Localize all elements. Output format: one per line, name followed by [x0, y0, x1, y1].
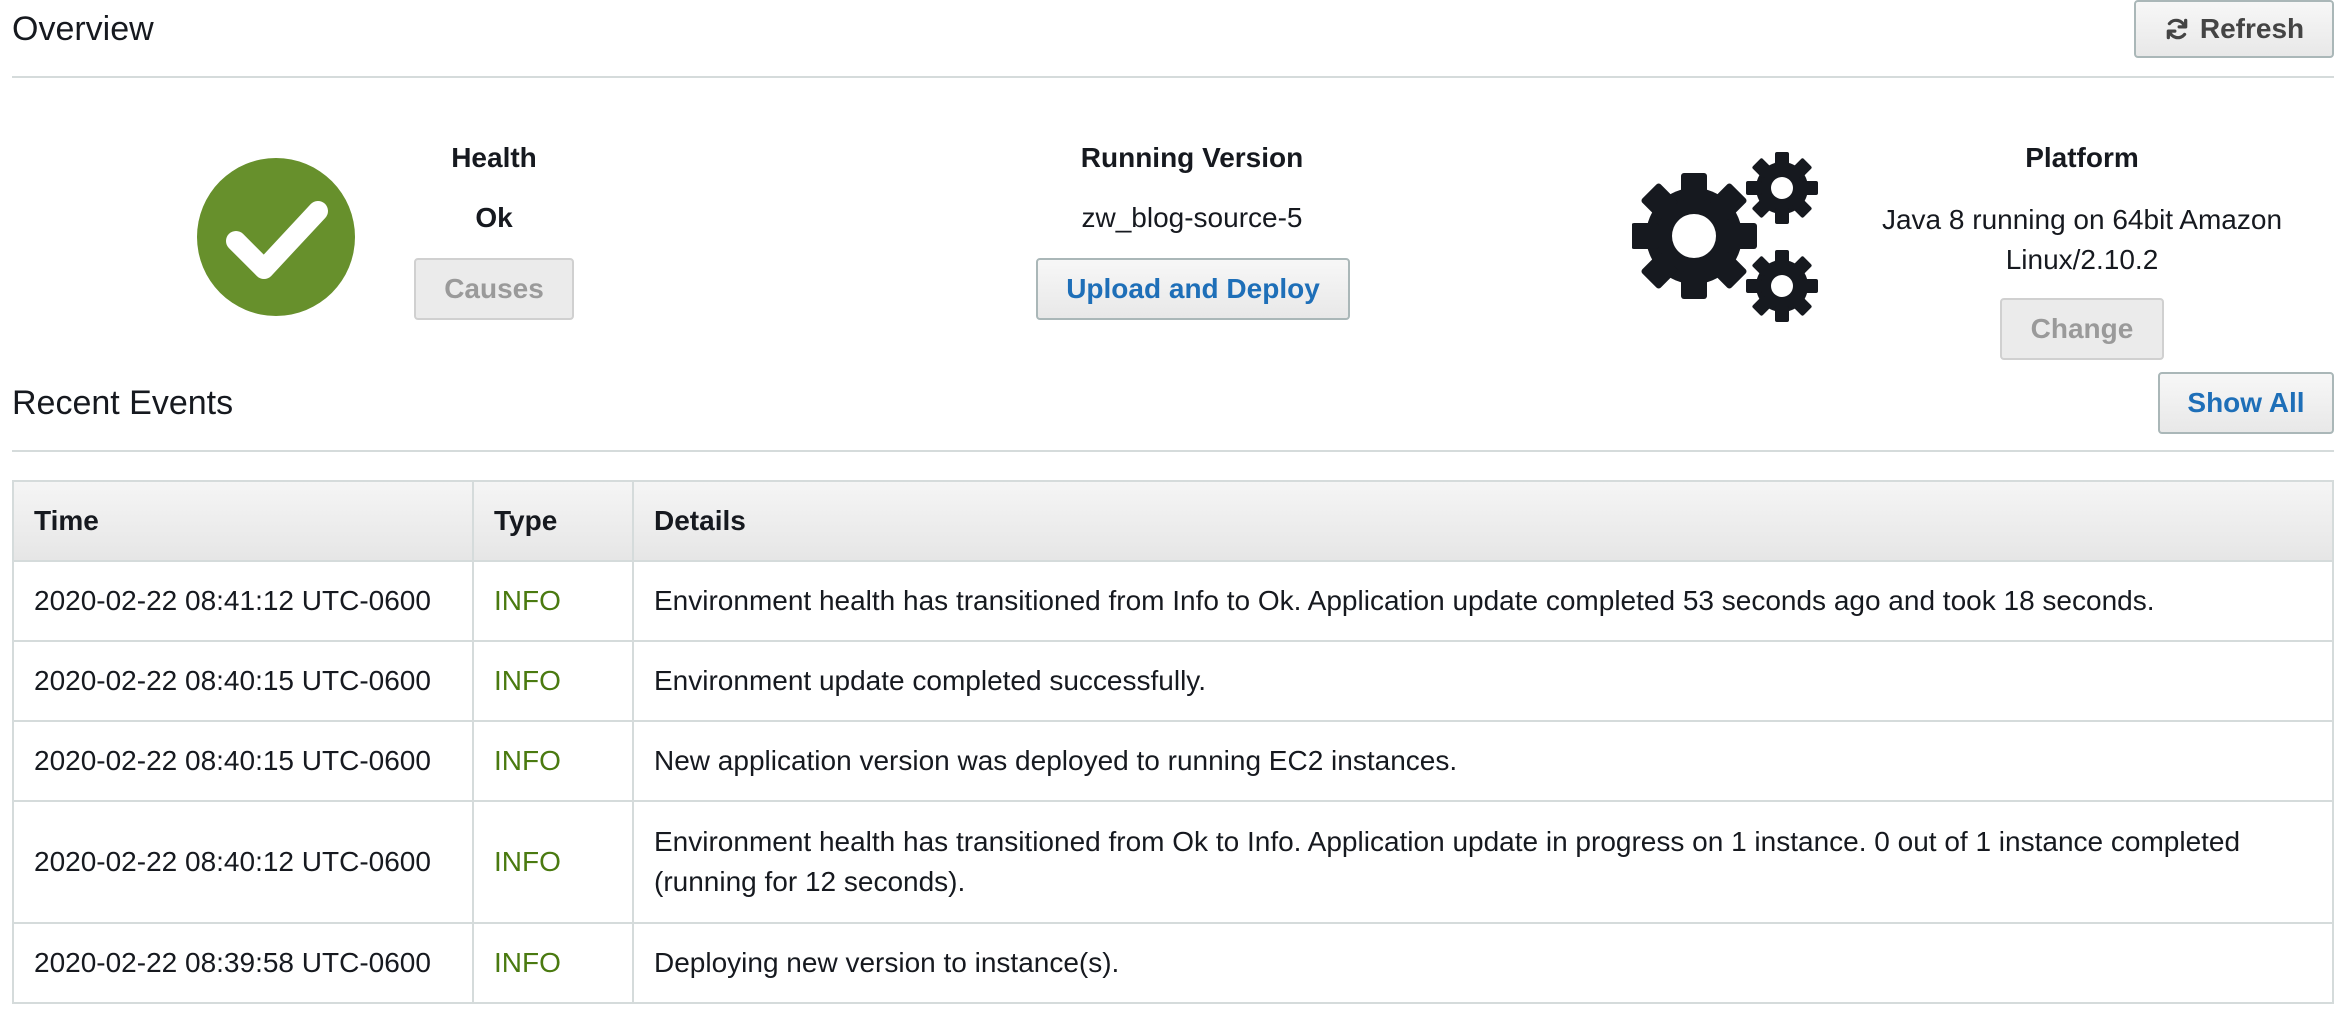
table-header-row: Time Type Details: [12, 480, 2334, 562]
running-version-value: zw_blog-source-5: [1081, 202, 1303, 233]
event-type: INFO: [472, 720, 634, 802]
refresh-icon: [2166, 18, 2188, 40]
running-version-heading: Running Version: [1080, 142, 1304, 173]
event-time: 2020-02-22 08:40:15 UTC-0600: [12, 640, 474, 722]
event-details: New application version was deployed to …: [632, 720, 2334, 802]
table-row: 2020-02-22 08:41:12 UTC-0600 INFO Enviro…: [12, 560, 2334, 642]
event-time: 2020-02-22 08:40:12 UTC-0600: [12, 800, 474, 924]
event-type: INFO: [472, 800, 634, 924]
recent-events-header: Recent Events: [12, 372, 2334, 452]
platform-heading: Platform: [2025, 142, 2139, 173]
column-header-details[interactable]: Details: [632, 480, 2334, 562]
health-status: Ok: [475, 202, 513, 233]
event-time: 2020-02-22 08:40:15 UTC-0600: [12, 720, 474, 802]
health-heading: Health: [451, 142, 537, 173]
table-row: 2020-02-22 08:40:15 UTC-0600 INFO Enviro…: [12, 640, 2334, 722]
table-row: 2020-02-22 08:40:15 UTC-0600 INFO New ap…: [12, 720, 2334, 802]
event-details: Deploying new version to instance(s).: [632, 922, 2334, 1004]
event-details: Environment health has transitioned from…: [632, 560, 2334, 642]
change-button[interactable]: Change: [2000, 298, 2164, 360]
platform-value: Java 8 running on 64bit Amazon Linux/2.1…: [1881, 204, 2283, 275]
event-type: INFO: [472, 922, 634, 1004]
gears-icon: [1632, 152, 1818, 322]
overview-header: Overview: [12, 0, 2334, 78]
overview-title: Overview: [12, 10, 154, 48]
refresh-button[interactable]: Refresh: [2134, 0, 2334, 58]
check-circle-icon: [197, 158, 355, 316]
column-header-type[interactable]: Type: [472, 480, 634, 562]
event-type: INFO: [472, 560, 634, 642]
event-type: INFO: [472, 640, 634, 722]
event-details: Environment update completed successfull…: [632, 640, 2334, 722]
recent-events-title: Recent Events: [12, 384, 234, 422]
column-header-time[interactable]: Time: [12, 480, 474, 562]
causes-button[interactable]: Causes: [414, 258, 574, 320]
event-time: 2020-02-22 08:39:58 UTC-0600: [12, 922, 474, 1004]
upload-and-deploy-button[interactable]: Upload and Deploy: [1036, 258, 1350, 320]
event-time: 2020-02-22 08:41:12 UTC-0600: [12, 560, 474, 642]
event-details: Environment health has transitioned from…: [632, 800, 2334, 924]
show-all-button[interactable]: Show All: [2158, 372, 2334, 434]
events-table: Time Type Details 2020-02-22 08:41:12 UT…: [12, 480, 2334, 1004]
refresh-label: Refresh: [2199, 13, 2305, 44]
table-row: 2020-02-22 08:39:58 UTC-0600 INFO Deploy…: [12, 922, 2334, 1004]
table-row: 2020-02-22 08:40:12 UTC-0600 INFO Enviro…: [12, 800, 2334, 924]
